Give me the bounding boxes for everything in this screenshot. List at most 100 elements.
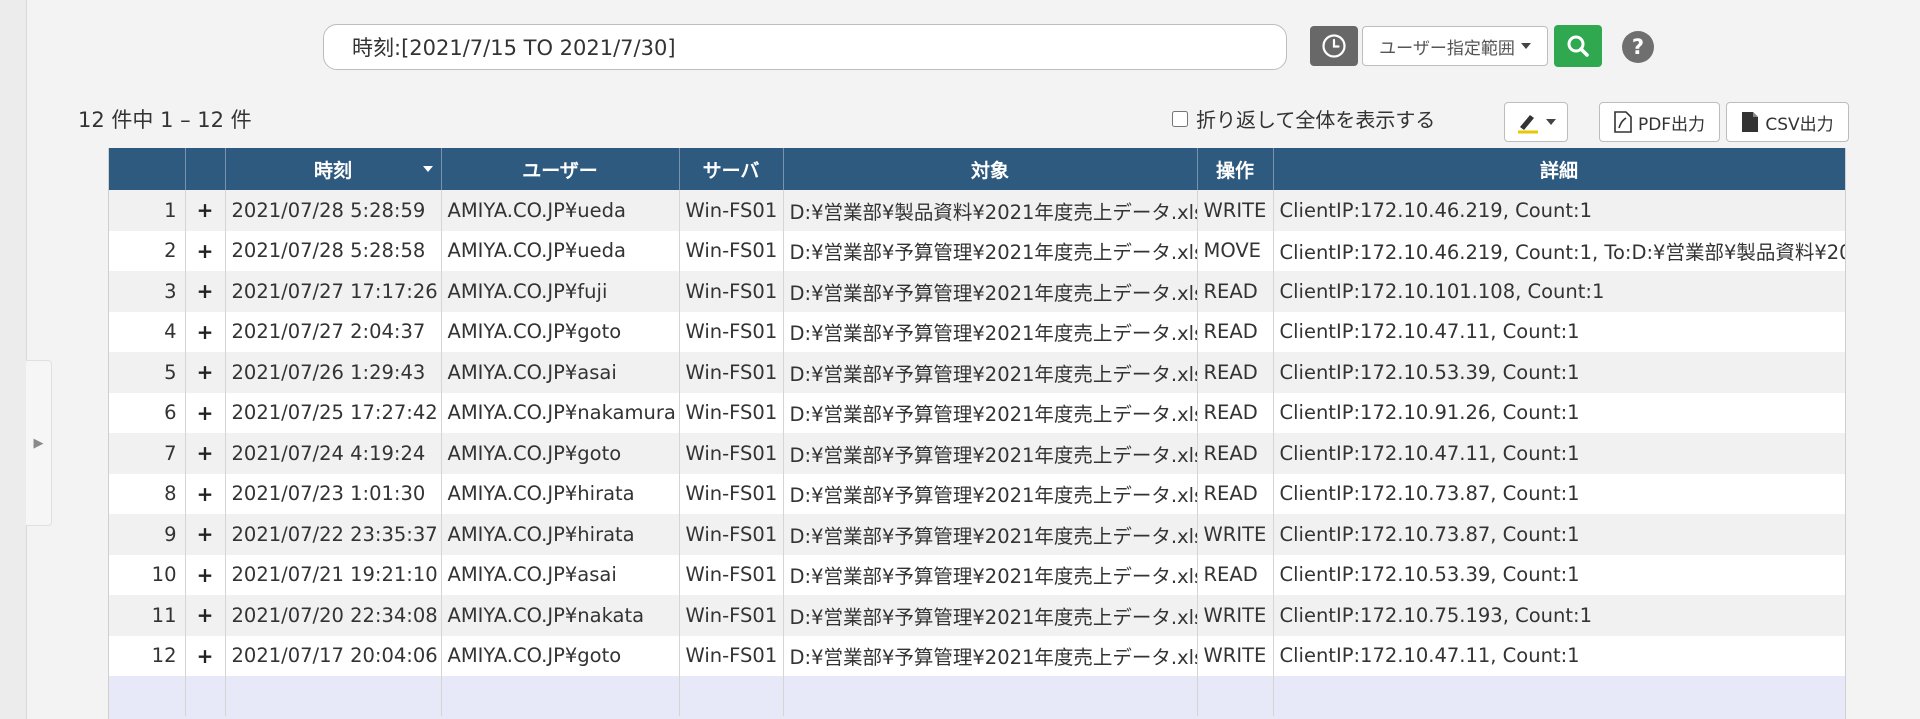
column-header-detail[interactable]: 詳細 <box>1273 148 1845 190</box>
table-row[interactable]: 4 +2021/07/27 2:04:37 AMIYA.CO.JP¥goto Win-… <box>109 311 1845 352</box>
time-cell: 2021/07/27 17:17:26 <box>225 271 442 312</box>
expand-row-button[interactable]: + <box>185 514 226 555</box>
target-cell: D:¥営業部¥予算管理¥2021年度売上データ.xls <box>783 311 1198 352</box>
triangle-right-icon: ▶ <box>33 435 44 451</box>
expand-row-button[interactable]: + <box>185 392 226 433</box>
expand-row-button[interactable]: + <box>185 352 226 393</box>
detail-cell: ClientIP:172.10.46.219, Count:1 <box>1273 190 1845 231</box>
table-row[interactable]: 7 +2021/07/24 4:19:24 AMIYA.CO.JP¥goto Win-… <box>109 433 1845 474</box>
row-number: 1 <box>109 190 186 231</box>
user-cell: AMIYA.CO.JP¥asai <box>441 352 680 393</box>
row-number: 7 <box>109 433 186 474</box>
chevron-down-icon <box>1546 119 1556 125</box>
operation-cell: WRITE <box>1197 514 1274 555</box>
time-range-button[interactable] <box>1310 26 1358 66</box>
server-cell: Win-FS01 <box>679 554 784 595</box>
table-row[interactable]: 1 +2021/07/28 5:28:59 AMIYA.CO.JP¥ueda Win-… <box>109 190 1845 231</box>
csv-export-button[interactable]: CSV出力 <box>1726 102 1849 142</box>
expand-row-button[interactable]: + <box>185 635 226 676</box>
pdf-export-label: PDF出力 <box>1637 114 1706 135</box>
operation-cell: WRITE <box>1197 595 1274 636</box>
expand-row-button[interactable]: + <box>185 271 226 312</box>
expand-row-button[interactable]: + <box>185 190 226 231</box>
target-cell: D:¥営業部¥予算管理¥2021年度売上データ.xls <box>783 352 1198 393</box>
sort-desc-icon[interactable] <box>422 166 433 172</box>
table-row[interactable]: 9 +2021/07/22 23:35:37 AMIYA.CO.JP¥hirata W… <box>109 514 1845 555</box>
user-cell: AMIYA.CO.JP¥ueda <box>441 230 680 271</box>
row-number: 8 <box>109 473 186 514</box>
time-cell: 2021/07/24 4:19:24 <box>225 433 442 474</box>
result-count: 12 件中 1 – 12 件 <box>78 108 252 132</box>
chevron-down-icon <box>1520 43 1531 49</box>
time-cell: 2021/07/27 2:04:37 <box>225 311 442 352</box>
table-row[interactable]: 6 +2021/07/25 17:27:42 AMIYA.CO.JP¥nakamur… <box>109 392 1845 433</box>
time-cell: 2021/07/23 1:01:30 <box>225 473 442 514</box>
detail-cell: ClientIP:172.10.75.193, Count:1 <box>1273 595 1845 636</box>
empty-cell <box>679 676 784 716</box>
time-cell: 2021/07/21 19:21:10 <box>225 554 442 595</box>
table-row[interactable]: 8 +2021/07/23 1:01:30 AMIYA.CO.JP¥hirata Wi… <box>109 473 1845 514</box>
expand-row-button[interactable]: + <box>185 595 226 636</box>
table-row[interactable]: 2 +2021/07/28 5:28:58 AMIYA.CO.JP¥ueda Win-… <box>109 230 1845 271</box>
table-row[interactable]: 12 +2021/07/17 20:04:06 AMIYA.CO.JP¥goto Wi… <box>109 635 1845 676</box>
target-cell: D:¥営業部¥予算管理¥2021年度売上データ.xls <box>783 514 1198 555</box>
table-body: 1 +2021/07/28 5:28:59 AMIYA.CO.JP¥ueda Win-… <box>109 190 1845 716</box>
column-header-operation[interactable]: 操作 <box>1197 148 1274 190</box>
target-cell: D:¥営業部¥製品資料¥2021年度売上データ.xls <box>783 190 1198 231</box>
user-cell: AMIYA.CO.JP¥asai <box>441 554 680 595</box>
search-button[interactable] <box>1554 25 1602 67</box>
expand-row-button[interactable]: + <box>185 433 226 474</box>
empty-cell <box>783 676 1198 716</box>
detail-cell: ClientIP:172.10.101.108, Count:1 <box>1273 271 1845 312</box>
time-cell: 2021/07/17 20:04:06 <box>225 635 442 676</box>
time-cell: 2021/07/28 5:28:58 <box>225 230 442 271</box>
target-cell: D:¥営業部¥予算管理¥2021年度売上データ.xls <box>783 392 1198 433</box>
target-cell: D:¥営業部¥予算管理¥2021年度売上データ.xls <box>783 473 1198 514</box>
target-cell: D:¥営業部¥予算管理¥2021年度売上データ.xls <box>783 433 1198 474</box>
expand-row-button[interactable]: + <box>185 473 226 514</box>
column-header-time-label: 時刻 <box>313 159 352 182</box>
operation-cell: READ <box>1197 352 1274 393</box>
expand-row-button[interactable]: + <box>185 554 226 595</box>
expand-row-button[interactable]: + <box>185 311 226 352</box>
table-row[interactable]: 10 +2021/07/21 19:21:10 AMIYA.CO.JP¥asai Wi… <box>109 554 1845 595</box>
wrap-label: 折り返して全体を表示する <box>1196 108 1436 132</box>
column-header-time[interactable]: 時刻 <box>225 148 442 190</box>
user-cell: AMIYA.CO.JP¥goto <box>441 311 680 352</box>
wrap-option[interactable]: 折り返して全体を表示する <box>1172 104 1435 133</box>
column-header-server[interactable]: サーバ <box>679 148 784 190</box>
table-row[interactable]: 3 +2021/07/27 17:17:26 AMIYA.CO.JP¥fuji Win… <box>109 271 1845 312</box>
row-number: 11 <box>109 595 186 636</box>
range-dropdown[interactable]: ユーザー指定範囲 <box>1362 26 1548 66</box>
search-input[interactable] <box>323 24 1287 70</box>
left-sidebar <box>0 0 27 719</box>
server-cell: Win-FS01 <box>679 514 784 555</box>
column-header-target[interactable]: 対象 <box>783 148 1198 190</box>
detail-cell: ClientIP:172.10.73.87, Count:1 <box>1273 514 1845 555</box>
wrap-checkbox[interactable] <box>1172 110 1188 127</box>
pdf-export-button[interactable]: PDF出力 <box>1599 102 1720 142</box>
clock-icon <box>1322 34 1346 58</box>
highlight-button[interactable] <box>1504 102 1568 142</box>
sidebar-expand-toggle[interactable]: ▶ <box>26 360 52 526</box>
row-number: 12 <box>109 635 186 676</box>
help-button[interactable]: ? <box>1622 31 1654 63</box>
range-dropdown-label: ユーザー指定範囲 <box>1379 38 1515 59</box>
time-cell: 2021/07/26 1:29:43 <box>225 352 442 393</box>
operation-cell: READ <box>1197 433 1274 474</box>
table-row[interactable]: 11 +2021/07/20 22:34:08 AMIYA.CO.JP¥nakata… <box>109 595 1845 636</box>
detail-cell: ClientIP:172.10.47.11, Count:1 <box>1273 311 1845 352</box>
target-cell: D:¥営業部¥予算管理¥2021年度売上データ.xls <box>783 230 1198 271</box>
detail-cell: ClientIP:172.10.91.26, Count:1 <box>1273 392 1845 433</box>
row-number: 6 <box>109 392 186 433</box>
operation-cell: READ <box>1197 554 1274 595</box>
operation-cell: WRITE <box>1197 190 1274 231</box>
column-header-user[interactable]: ユーザー <box>441 148 680 190</box>
highlighter-icon <box>1518 115 1538 134</box>
operation-cell: READ <box>1197 473 1274 514</box>
table-row[interactable]: 5 +2021/07/26 1:29:43 AMIYA.CO.JP¥asai Win-… <box>109 352 1845 393</box>
user-cell: AMIYA.CO.JP¥fuji <box>441 271 680 312</box>
detail-cell: ClientIP:172.10.53.39, Count:1 <box>1273 352 1845 393</box>
detail-cell: ClientIP:172.10.46.219, Count:1, To:D:¥営… <box>1273 230 1845 271</box>
expand-row-button[interactable]: + <box>185 230 226 271</box>
